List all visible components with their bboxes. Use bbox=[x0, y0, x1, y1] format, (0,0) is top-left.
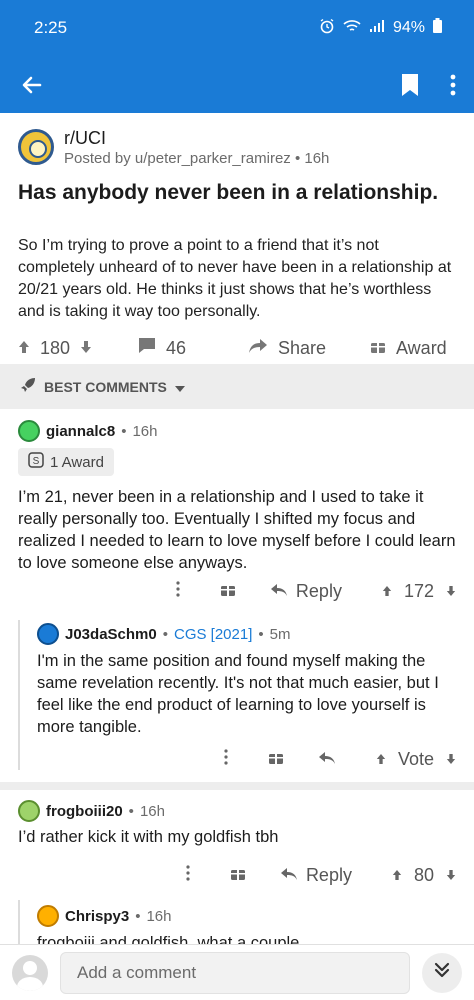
comment-body: frogboiii and goldfish, what a couple bbox=[37, 934, 300, 944]
comment-bubble-icon bbox=[138, 337, 156, 359]
battery-icon bbox=[433, 18, 442, 38]
comment-body: I’m 21, never been in a relationship and… bbox=[18, 488, 456, 572]
reply-label: Reply bbox=[305, 864, 352, 885]
status-bar: 2:25 94% bbox=[0, 0, 474, 56]
svg-text:S: S bbox=[33, 456, 40, 467]
more-options-icon[interactable] bbox=[450, 74, 456, 96]
comment-author[interactable]: giannalc8 bbox=[46, 423, 115, 440]
sort-label: BEST COMMENTS bbox=[44, 378, 167, 395]
caret-down-icon bbox=[174, 379, 185, 395]
user-avatar[interactable] bbox=[37, 905, 59, 927]
comment-time: 5m bbox=[269, 625, 291, 643]
comment-dot: • bbox=[135, 907, 141, 925]
gift-icon[interactable] bbox=[220, 581, 236, 602]
battery-percent: 94% bbox=[392, 19, 425, 36]
upvote-icon[interactable] bbox=[382, 581, 392, 602]
gift-icon[interactable] bbox=[268, 749, 284, 770]
post-body: So I’m trying to prove a point to a frie… bbox=[18, 237, 452, 320]
upvote-icon[interactable] bbox=[392, 865, 402, 886]
upvote-icon[interactable] bbox=[18, 338, 30, 359]
upvote-icon[interactable] bbox=[376, 749, 386, 770]
subreddit-avatar[interactable] bbox=[18, 129, 54, 165]
downvote-icon[interactable] bbox=[446, 581, 456, 602]
comment-sort-bar[interactable]: BEST COMMENTS bbox=[0, 364, 474, 409]
top-bar: 2:25 94% bbox=[0, 0, 474, 113]
comment: giannalc8 • 16h S 1 Award I’m 21, never … bbox=[0, 418, 474, 574]
wifi-icon bbox=[343, 19, 361, 38]
comment-reply: J03daSchm0 • CGS [2021] • 5m I'm in the … bbox=[0, 622, 474, 738]
collapse-threads-button[interactable] bbox=[422, 952, 462, 993]
more-options-icon[interactable] bbox=[186, 864, 190, 886]
post-title: Has anybody never been in a relationship… bbox=[18, 181, 439, 204]
double-chevron-down-icon bbox=[433, 961, 451, 984]
share-button[interactable]: Share bbox=[248, 338, 370, 359]
more-options-icon[interactable] bbox=[224, 748, 228, 770]
comment: frogboiii20 • 16h I’d rather kick it wit… bbox=[0, 798, 474, 848]
award-label: Award bbox=[396, 337, 447, 358]
reply-arrow-icon bbox=[270, 581, 288, 602]
status-time: 2:25 bbox=[34, 18, 68, 37]
reply-button[interactable]: Reply bbox=[270, 581, 342, 602]
comment-time: 16h bbox=[146, 907, 172, 925]
post-meta: Posted by u/peter_parker_ramirez • 16h bbox=[64, 150, 330, 167]
bookmark-icon[interactable] bbox=[400, 73, 420, 97]
rocket-icon bbox=[20, 377, 36, 396]
reply-label: Reply bbox=[295, 580, 342, 601]
comment-author[interactable]: frogboiii20 bbox=[46, 803, 123, 820]
vote-label: Vote bbox=[397, 748, 434, 769]
user-avatar[interactable] bbox=[18, 420, 40, 442]
comment-actions: Reply 172 bbox=[0, 578, 474, 604]
comment-dot: • bbox=[121, 422, 127, 440]
comment-author[interactable]: Chrispy3 bbox=[65, 908, 129, 925]
comment-actions: Vote bbox=[0, 746, 474, 772]
post: r/UCI Posted by u/peter_parker_ramirez •… bbox=[0, 113, 474, 358]
bottom-comment-bar: Add a comment bbox=[0, 944, 474, 1000]
downvote-icon[interactable] bbox=[446, 865, 456, 886]
comment-dot: • bbox=[258, 625, 264, 643]
comment-body: I'm in the same position and found mysel… bbox=[37, 652, 439, 736]
award-chip[interactable]: S 1 Award bbox=[18, 448, 114, 476]
share-icon bbox=[248, 338, 268, 359]
post-upvote-count: 180 bbox=[40, 337, 71, 358]
comment-separator bbox=[0, 782, 474, 790]
comment-body: I’d rather kick it with my goldfish tbh bbox=[18, 828, 279, 846]
comment-time: 16h bbox=[132, 422, 158, 440]
comment-score: 80 bbox=[413, 864, 434, 885]
post-vote-group: 180 bbox=[18, 338, 138, 359]
post-comment-count: 46 bbox=[166, 337, 187, 358]
share-label: Share bbox=[278, 337, 327, 358]
comment-score: 172 bbox=[403, 580, 434, 601]
subreddit-name[interactable]: r/UCI bbox=[64, 127, 329, 149]
downvote-icon[interactable] bbox=[80, 338, 92, 359]
my-avatar[interactable] bbox=[12, 954, 48, 991]
comment-actions: Reply 80 bbox=[0, 862, 474, 888]
comment-dot: • bbox=[128, 802, 134, 820]
signal-icon bbox=[369, 19, 385, 38]
comment-time: 16h bbox=[139, 802, 165, 820]
app-bar bbox=[0, 56, 474, 113]
user-avatar[interactable] bbox=[37, 623, 59, 645]
comment-reply: Chrispy3 • 16h frogboiii and goldfish, w… bbox=[0, 904, 474, 944]
gift-icon bbox=[370, 338, 386, 359]
award-count: 1 Award bbox=[50, 453, 104, 471]
status-icons: 94% bbox=[319, 18, 442, 39]
user-flair: CGS [2021] bbox=[174, 625, 253, 643]
user-avatar[interactable] bbox=[18, 800, 40, 822]
award-button[interactable]: Award bbox=[370, 338, 447, 359]
downvote-icon[interactable] bbox=[446, 749, 456, 770]
gift-icon[interactable] bbox=[230, 865, 246, 886]
reply-arrow-icon[interactable] bbox=[318, 749, 336, 770]
comment-dot: • bbox=[162, 625, 168, 643]
more-options-icon[interactable] bbox=[176, 580, 180, 602]
reply-button[interactable]: Reply bbox=[280, 865, 352, 886]
comment-author[interactable]: J03daSchm0 bbox=[65, 626, 157, 643]
add-comment-input[interactable]: Add a comment bbox=[60, 951, 410, 994]
reply-arrow-icon bbox=[280, 865, 298, 886]
post-header: r/UCI Posted by u/peter_parker_ramirez •… bbox=[0, 113, 474, 175]
comments-button[interactable]: 46 bbox=[138, 337, 248, 359]
back-arrow-icon[interactable] bbox=[20, 73, 44, 97]
alarm-icon bbox=[319, 18, 335, 39]
silver-award-icon: S bbox=[28, 452, 44, 472]
